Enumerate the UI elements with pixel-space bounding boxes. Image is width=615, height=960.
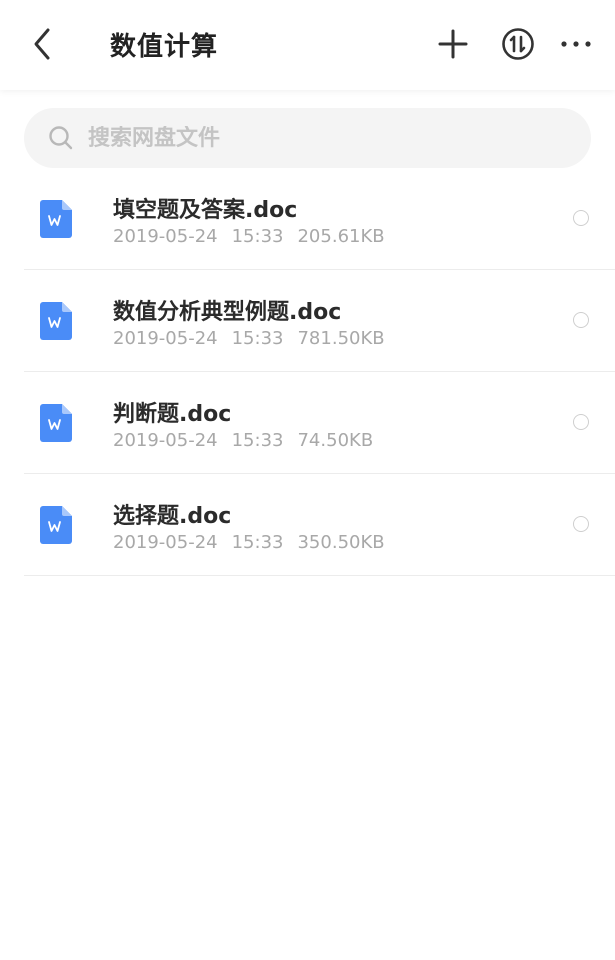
ellipsis-icon[interactable]: [558, 26, 594, 62]
file-meta: 2019-05-24 15:33 781.50KB: [113, 328, 399, 349]
select-checkbox[interactable]: [573, 516, 589, 532]
file-size: 781.50KB: [297, 328, 385, 349]
file-time: 15:33: [231, 532, 284, 553]
file-list: 填空题及答案.doc 2019-05-24 15:33 205.61KB 数值分析典…: [24, 168, 615, 576]
sort-circle-icon[interactable]: [500, 26, 536, 62]
select-checkbox[interactable]: [573, 414, 589, 430]
top-bar: 数值计算: [0, 0, 615, 90]
file-meta: 2019-05-24 15:33 74.50KB: [113, 430, 387, 451]
list-item[interactable]: 选择题.doc 2019-05-24 15:33 350.50KB: [24, 474, 615, 576]
file-name: 填空题及答案.doc: [113, 198, 298, 223]
list-item[interactable]: 数值分析典型例题.doc 2019-05-24 15:33 781.50KB: [24, 270, 615, 372]
word-doc-icon: [40, 506, 72, 544]
file-date: 2019-05-24: [113, 430, 218, 451]
file-time: 15:33: [231, 430, 284, 451]
file-meta: 2019-05-24 15:33 205.61KB: [113, 226, 399, 247]
plus-icon[interactable]: [435, 26, 471, 62]
search-icon: [49, 126, 73, 150]
file-name: 判断题.doc: [113, 402, 232, 427]
page-title: 数值计算: [110, 32, 219, 62]
word-doc-icon: [40, 302, 72, 340]
file-date: 2019-05-24: [113, 532, 218, 553]
select-checkbox[interactable]: [573, 210, 589, 226]
file-date: 2019-05-24: [113, 226, 218, 247]
file-time: 15:33: [231, 226, 284, 247]
back-chevron-icon[interactable]: [28, 26, 58, 62]
search-bar[interactable]: [24, 108, 591, 168]
file-time: 15:33: [231, 328, 284, 349]
file-size: 205.61KB: [297, 226, 385, 247]
list-item[interactable]: 判断题.doc 2019-05-24 15:33 74.50KB: [24, 372, 615, 474]
file-size: 74.50KB: [297, 430, 374, 451]
file-name: 数值分析典型例题.doc: [113, 300, 342, 325]
file-name: 选择题.doc: [113, 504, 232, 529]
file-size: 350.50KB: [297, 532, 385, 553]
word-doc-icon: [40, 200, 72, 238]
search-input[interactable]: [88, 125, 528, 151]
list-item[interactable]: 填空题及答案.doc 2019-05-24 15:33 205.61KB: [24, 168, 615, 270]
select-checkbox[interactable]: [573, 312, 589, 328]
file-meta: 2019-05-24 15:33 350.50KB: [113, 532, 399, 553]
file-date: 2019-05-24: [113, 328, 218, 349]
word-doc-icon: [40, 404, 72, 442]
